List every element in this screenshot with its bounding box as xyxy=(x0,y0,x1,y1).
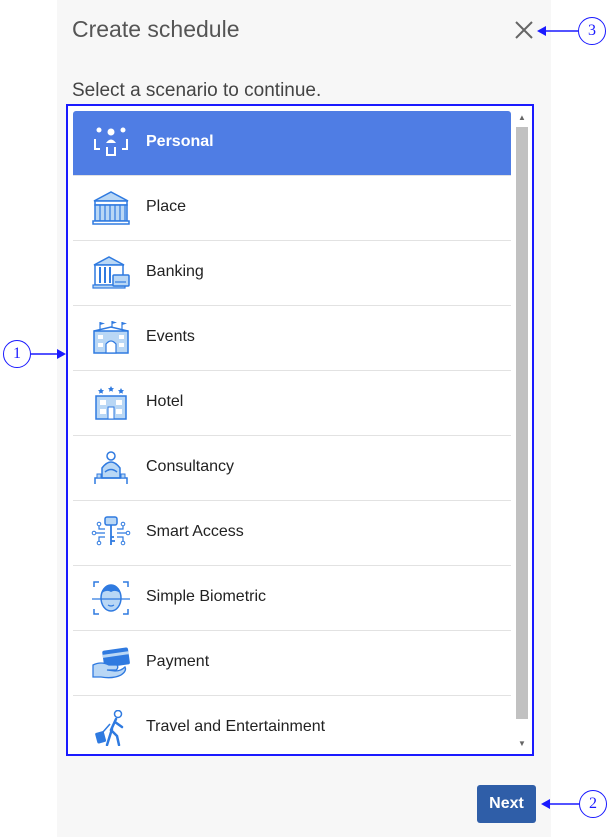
smart-key-icon xyxy=(91,516,131,546)
scroll-down-arrow-icon[interactable]: ▼ xyxy=(515,737,529,751)
scenario-item-simple-biometric[interactable]: Simple Biometric xyxy=(73,566,511,631)
scenario-label: Payment xyxy=(146,653,210,670)
event-venue-icon xyxy=(93,321,129,354)
scenario-item-consultancy[interactable]: Consultancy xyxy=(73,436,511,501)
scenario-label: Place xyxy=(146,198,187,215)
scenario-label: Smart Access xyxy=(146,523,244,540)
callout-3-arrow-icon xyxy=(537,26,578,36)
callout-3: 3 xyxy=(578,17,606,45)
traveler-icon xyxy=(95,710,124,746)
scenario-label: Travel and Entertainment xyxy=(146,718,326,735)
bank-icon xyxy=(92,256,130,289)
scenario-item-smart-access[interactable]: Smart Access xyxy=(73,501,511,566)
scenario-item-events[interactable]: Events xyxy=(73,306,511,371)
scenario-list-frame: Personal Place Banking Events Hotel Cons… xyxy=(66,104,534,756)
scroll-up-arrow-icon[interactable]: ▲ xyxy=(515,111,529,125)
scenario-label: Consultancy xyxy=(146,458,235,475)
card-payment-icon xyxy=(92,647,130,679)
next-button[interactable]: Next xyxy=(477,785,536,823)
face-scan-icon xyxy=(92,581,130,615)
close-button[interactable] xyxy=(512,18,536,42)
callout-1-arrow-icon xyxy=(31,349,66,359)
scenario-item-banking[interactable]: Banking xyxy=(73,241,511,306)
scenario-item-travel-and-entertainment[interactable]: Travel and Entertainment xyxy=(73,696,511,754)
scenario-item-place[interactable]: Place xyxy=(73,176,511,241)
scenario-label: Personal xyxy=(146,133,214,150)
scenario-item-payment[interactable]: Payment xyxy=(73,631,511,696)
scrollbar-thumb[interactable] xyxy=(516,127,528,719)
callout-1: 1 xyxy=(3,340,31,368)
people-icon xyxy=(94,127,128,156)
building-columns-icon xyxy=(92,191,130,225)
hotel-icon xyxy=(95,386,127,420)
dialog-title: Create schedule xyxy=(72,16,240,42)
dialog-subtitle: Select a scenario to continue. xyxy=(72,80,322,101)
scenario-label: Events xyxy=(146,328,195,345)
close-icon xyxy=(515,21,533,39)
list-scrollbar[interactable]: ▲ ▼ xyxy=(515,111,529,751)
scenario-label: Banking xyxy=(146,263,204,280)
scenario-item-hotel[interactable]: Hotel xyxy=(73,371,511,436)
scenario-item-personal[interactable]: Personal xyxy=(73,111,511,176)
scenario-label: Simple Biometric xyxy=(146,588,267,605)
scenario-list: Personal Place Banking Events Hotel Cons… xyxy=(73,111,511,754)
consultant-icon xyxy=(94,451,128,484)
callout-2: 2 xyxy=(579,790,607,818)
scenario-label: Hotel xyxy=(146,393,184,410)
callout-2-arrow-icon xyxy=(541,799,579,809)
